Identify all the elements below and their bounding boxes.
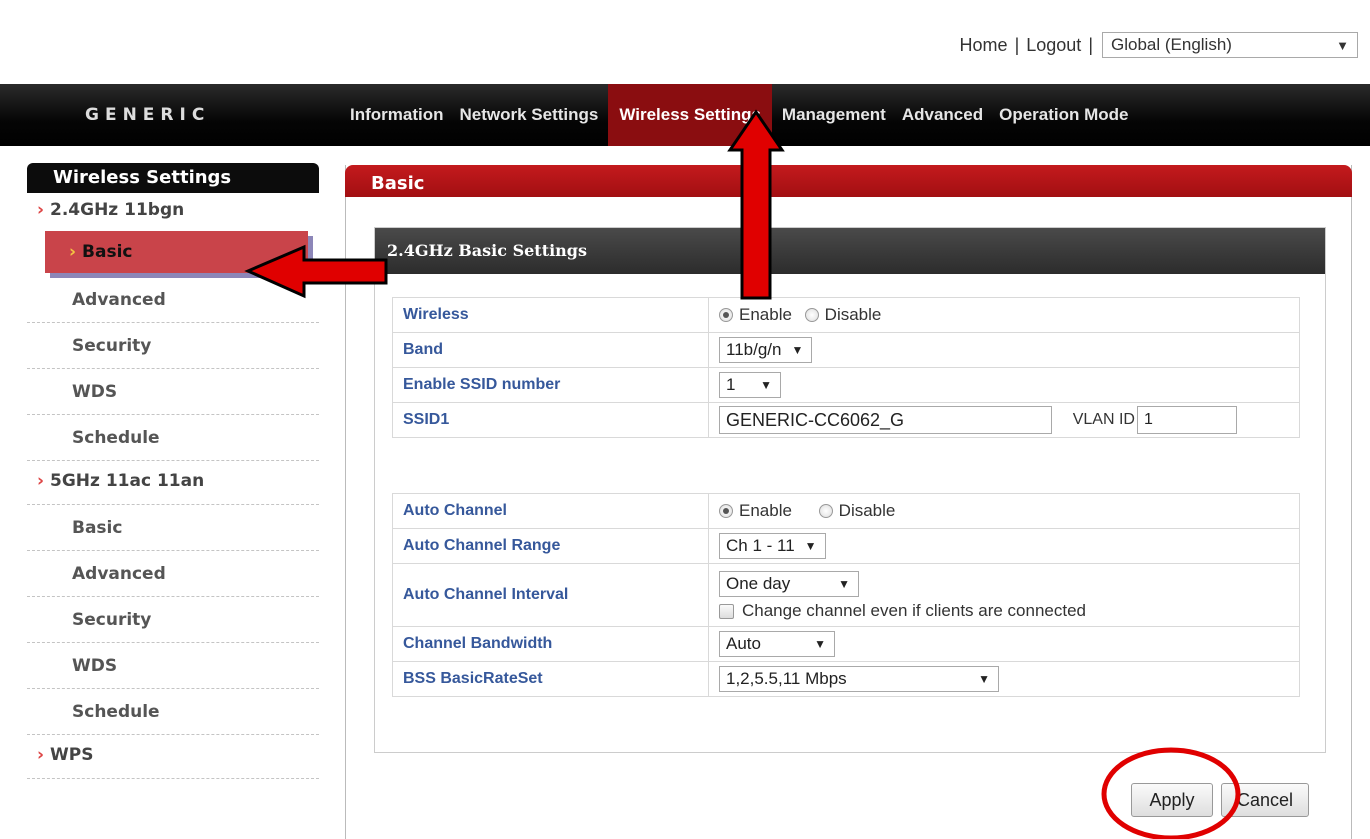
annotation-arrow-up-icon (727, 109, 785, 300)
annotation-overlay (244, 109, 1241, 839)
annotation-circle-icon (1101, 747, 1241, 839)
annotation-arrow-left-icon (244, 244, 388, 299)
